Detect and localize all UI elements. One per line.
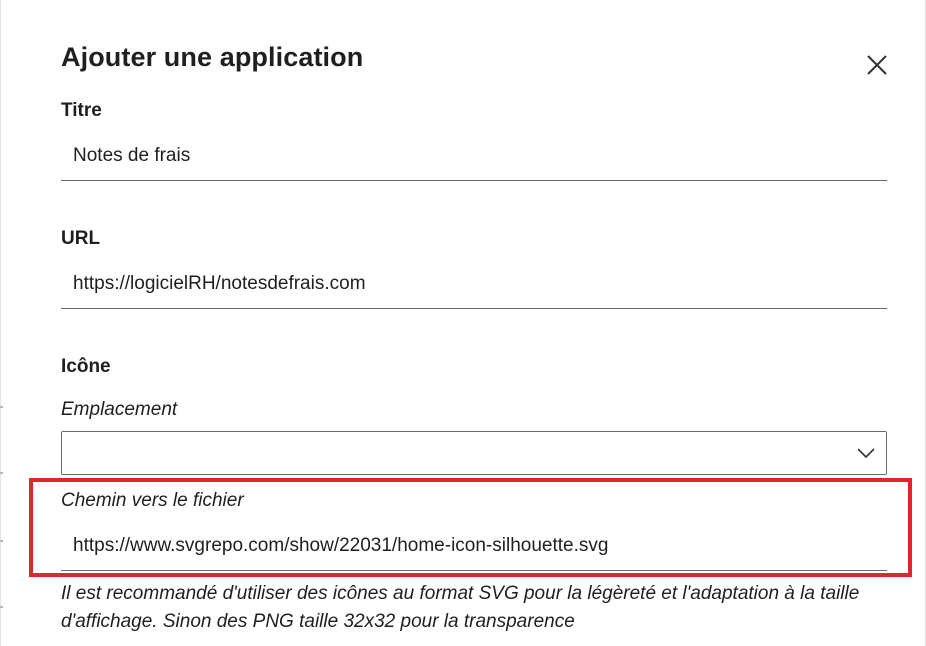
- url-input-value: https://logicielRH/notesdefrais.com: [73, 273, 366, 294]
- add-application-dialog: Ajouter une application Titre Notes de f…: [0, 0, 926, 646]
- left-panel-edge: [0, 0, 1, 646]
- dialog-title: Ajouter une application: [61, 42, 364, 72]
- titre-label: Titre: [61, 100, 102, 121]
- titre-input-value: Notes de frais: [73, 145, 191, 166]
- edge-marker: [0, 472, 3, 474]
- close-button[interactable]: [862, 50, 892, 80]
- edge-marker: [0, 606, 3, 608]
- edge-marker: [0, 406, 3, 408]
- close-icon: [867, 55, 887, 75]
- chevron-down-icon: [857, 448, 875, 459]
- icone-label: Icône: [61, 356, 111, 377]
- titre-input[interactable]: Notes de frais: [61, 135, 887, 181]
- emplacement-dropdown[interactable]: [61, 431, 887, 475]
- url-input[interactable]: https://logicielRH/notesdefrais.com: [61, 263, 887, 309]
- chemin-input-value: https://www.svgrepo.com/show/22031/home-…: [73, 535, 609, 556]
- icon-help-text: Il est recommandé d'utiliser des icônes …: [61, 583, 860, 632]
- edge-marker: [0, 540, 3, 542]
- emplacement-label: Emplacement: [61, 399, 178, 420]
- chemin-input[interactable]: https://www.svgrepo.com/show/22031/home-…: [61, 525, 887, 571]
- chemin-label: Chemin vers le fichier: [61, 490, 244, 511]
- url-label: URL: [61, 228, 101, 249]
